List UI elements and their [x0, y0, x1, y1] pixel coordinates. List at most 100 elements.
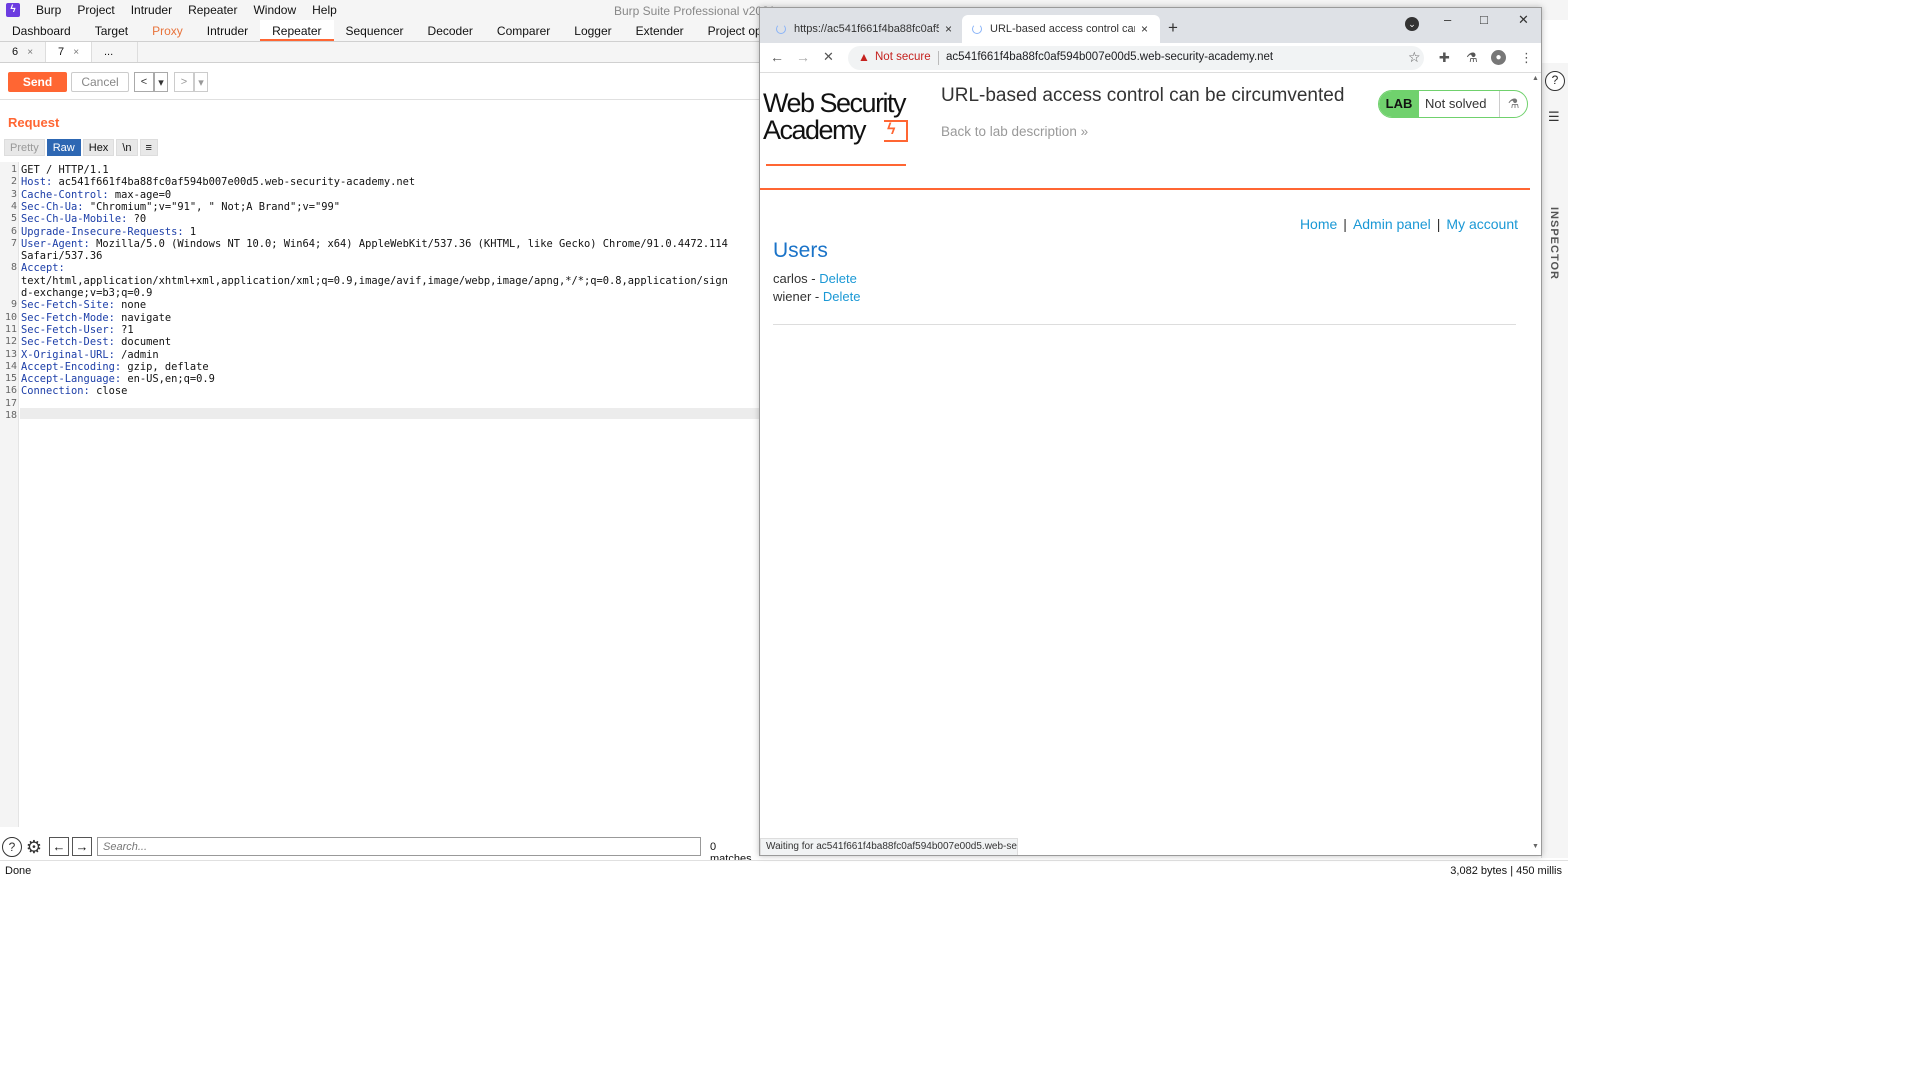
- menu-kebab-icon[interactable]: ⋮: [1520, 50, 1533, 66]
- tab-logger[interactable]: Logger: [562, 20, 623, 41]
- line-number: 9: [10, 299, 17, 311]
- warning-icon[interactable]: ▲: [858, 50, 870, 64]
- stop-loading-button[interactable]: ✕: [823, 49, 834, 65]
- tab-comparer[interactable]: Comparer: [485, 20, 562, 41]
- close-icon[interactable]: ×: [27, 47, 33, 58]
- history-forward-button[interactable]: >: [174, 72, 194, 92]
- new-tab-button[interactable]: +: [1168, 18, 1178, 38]
- header-value: none: [114, 299, 147, 312]
- search-next-button[interactable]: →: [72, 837, 92, 856]
- header-name: Sec-Fetch-User:: [21, 323, 115, 336]
- bookmark-star-icon[interactable]: ☆: [1408, 49, 1421, 66]
- menu-icon[interactable]: ≡: [139, 139, 158, 156]
- browser-tab-2[interactable]: URL-based access control can be ×: [962, 15, 1160, 43]
- header-value: "Chromium";v="91", " Not;A Brand";v="99": [83, 200, 341, 213]
- scroll-up-icon[interactable]: ▲: [1532, 75, 1539, 82]
- extensions-icon[interactable]: ✚: [1439, 50, 1450, 66]
- nav-admin-panel-link[interactable]: Admin panel: [1353, 216, 1431, 232]
- lab-flask-icon[interactable]: ⚗: [1466, 50, 1478, 66]
- menu-window[interactable]: Window: [245, 3, 304, 17]
- delete-user-link[interactable]: Delete: [819, 271, 857, 286]
- line-number: 10: [4, 311, 17, 323]
- scroll-down-icon[interactable]: ▼: [1532, 843, 1539, 850]
- view-tab-hex[interactable]: Hex: [82, 139, 115, 156]
- repeater-tab-new[interactable]: ...: [92, 42, 138, 62]
- line-number: 6: [10, 225, 17, 237]
- tab-dashboard[interactable]: Dashboard: [0, 20, 83, 41]
- close-icon[interactable]: ×: [945, 22, 952, 36]
- repeater-tab-7[interactable]: 7 ×: [46, 42, 92, 62]
- browser-toolbar: ← → ✕ ▲ Not secure ac541f661f4ba88fc0af5…: [760, 43, 1541, 73]
- header-value: document: [114, 336, 172, 349]
- app-title: Burp Suite Professional v2021.: [614, 4, 779, 18]
- search-bar: ? ⚙ ← → 0 matches: [0, 834, 760, 865]
- header-name: User-Agent:: [21, 237, 90, 250]
- tab-proxy[interactable]: Proxy: [140, 20, 195, 41]
- header-value: text/html,application/xhtml+xml,applicat…: [21, 274, 728, 287]
- profile-menu-icon[interactable]: ⌄: [1405, 17, 1419, 31]
- request-line: Connection: close: [21, 385, 127, 397]
- tab-target[interactable]: Target: [83, 20, 140, 41]
- lab-status-badge: LAB Not solved ⚗: [1378, 90, 1528, 118]
- help-icon[interactable]: ?: [1545, 71, 1565, 91]
- search-input[interactable]: [97, 837, 701, 856]
- request-panel-title: Request: [8, 115, 60, 130]
- inspector-toggle[interactable]: INSPECTOR: [1548, 207, 1560, 280]
- nav-my-account-link[interactable]: My account: [1446, 216, 1518, 232]
- line-number: 5: [10, 213, 17, 225]
- history-back-dropdown[interactable]: ▾: [154, 72, 168, 92]
- header-value: max-age=0: [108, 188, 172, 201]
- header-value: navigate: [114, 311, 172, 324]
- help-icon[interactable]: ?: [2, 837, 22, 857]
- request-line: Sec-Fetch-Dest: document: [21, 336, 171, 348]
- browser-tab-1[interactable]: https://ac541f661f4ba88fc0af594 ×: [766, 15, 961, 43]
- request-view-tabs: Pretty Raw Hex \n ≡: [4, 139, 160, 156]
- cancel-button[interactable]: Cancel: [71, 72, 129, 92]
- show-newlines-toggle[interactable]: \n: [116, 139, 138, 156]
- tab-decoder[interactable]: Decoder: [416, 20, 485, 41]
- delete-user-link[interactable]: Delete: [823, 289, 861, 304]
- address-bar[interactable]: ▲ Not secure ac541f661f4ba88fc0af594b007…: [848, 46, 1424, 70]
- web-security-academy-logo[interactable]: Web Security Academy ϟ: [763, 90, 928, 166]
- security-indicator[interactable]: Not secure: [875, 51, 931, 63]
- current-line-highlight: [20, 408, 760, 419]
- menu-burp[interactable]: Burp: [28, 3, 69, 17]
- menu-help[interactable]: Help: [304, 3, 345, 17]
- request-line: Cache-Control: max-age=0: [21, 189, 171, 201]
- view-tab-pretty[interactable]: Pretty: [4, 139, 45, 156]
- menu-repeater[interactable]: Repeater: [180, 3, 245, 17]
- url-text[interactable]: ac541f661f4ba88fc0af594b007e00d5.web-sec…: [946, 51, 1273, 63]
- tab-repeater[interactable]: Repeater: [260, 20, 334, 41]
- request-editor[interactable]: 1 2 3 4 5 6 7 8 9 10 11 12 13 14 15 16 17 18 GET / HTTP/1…: [0, 162, 760, 827]
- back-to-lab-description-link[interactable]: Back to lab description »: [941, 124, 1088, 139]
- menu-project[interactable]: Project: [69, 3, 122, 17]
- layout-icon[interactable]: ☰: [1548, 109, 1560, 125]
- close-icon[interactable]: ×: [73, 47, 79, 58]
- line-number: 11: [4, 323, 17, 335]
- tab-sequencer[interactable]: Sequencer: [334, 20, 416, 41]
- close-window-button[interactable]: ✕: [1518, 12, 1529, 28]
- close-icon[interactable]: ×: [1141, 22, 1148, 36]
- search-previous-button[interactable]: ←: [49, 837, 69, 856]
- page-scrollbar[interactable]: ▲ ▼: [1530, 73, 1541, 855]
- minimize-button[interactable]: –: [1444, 12, 1451, 27]
- tool-tabs: Dashboard Target Proxy Intruder Repeater…: [0, 20, 787, 42]
- forward-button[interactable]: →: [796, 49, 810, 65]
- tab-extender[interactable]: Extender: [624, 20, 696, 41]
- divider: [938, 51, 939, 65]
- send-button[interactable]: Send: [8, 72, 67, 92]
- repeater-tab-6[interactable]: 6 ×: [0, 42, 46, 62]
- view-tab-raw[interactable]: Raw: [46, 139, 81, 156]
- profile-avatar-icon[interactable]: ●: [1491, 50, 1506, 65]
- menu-intruder[interactable]: Intruder: [123, 3, 180, 17]
- back-button[interactable]: ←: [770, 49, 784, 65]
- nav-separator: |: [1343, 216, 1347, 232]
- tab-intruder[interactable]: Intruder: [195, 20, 260, 41]
- browser-status-bubble: Waiting for ac541f661f4ba88fc0af594b007e…: [760, 838, 1018, 855]
- gear-icon[interactable]: ⚙: [24, 837, 44, 857]
- header-value: ?0: [127, 213, 147, 226]
- history-back-button[interactable]: <: [134, 72, 154, 92]
- history-forward-dropdown[interactable]: ▾: [194, 72, 208, 92]
- nav-home-link[interactable]: Home: [1300, 216, 1337, 232]
- maximize-button[interactable]: □: [1480, 12, 1488, 27]
